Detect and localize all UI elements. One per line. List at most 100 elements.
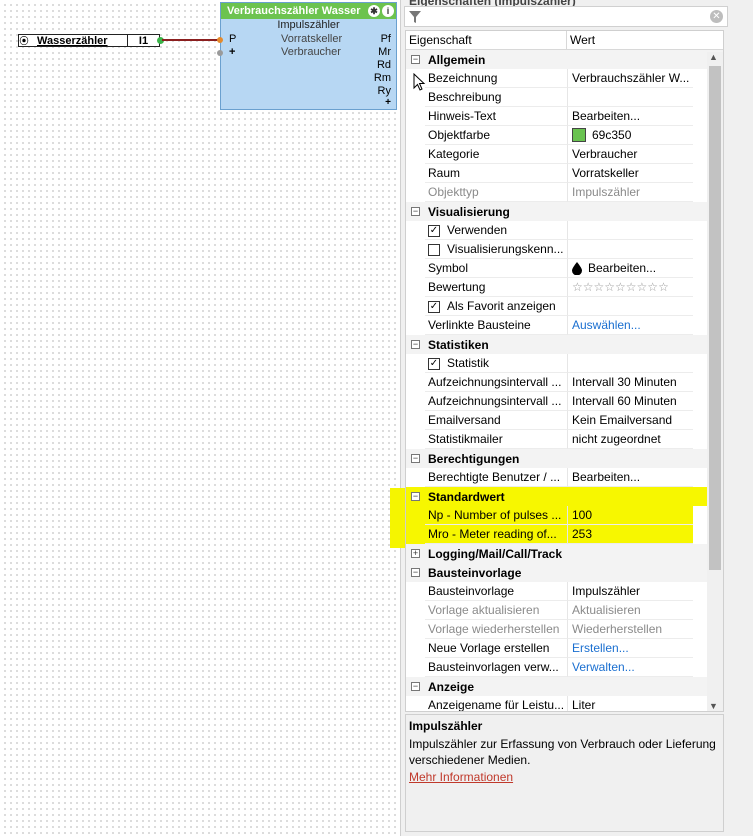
- property-value[interactable]: Liter: [568, 696, 693, 712]
- collapse-icon[interactable]: −: [406, 568, 425, 577]
- property-row[interactable]: Np - Number of pulses ... 100: [406, 506, 723, 525]
- property-row[interactable]: Visualisierungskenn...: [406, 240, 723, 259]
- connection-wire[interactable]: [162, 39, 218, 41]
- scrollbar-thumb[interactable]: [709, 66, 721, 570]
- star-rating[interactable]: ☆☆☆☆☆☆☆☆☆: [572, 278, 669, 296]
- property-row[interactable]: Bausteinvorlage Impulszähler: [406, 582, 723, 601]
- property-value-text[interactable]: Erstellen...: [572, 639, 629, 657]
- property-key[interactable]: Objekttyp: [425, 183, 568, 202]
- property-key[interactable]: Bewertung: [425, 278, 568, 297]
- property-key[interactable]: ✓ Statistik: [425, 354, 568, 373]
- property-value[interactable]: 100: [568, 506, 693, 525]
- property-row[interactable]: ✓ Statistik: [406, 354, 723, 373]
- property-value[interactable]: Kein Emailversand: [568, 411, 693, 430]
- property-row[interactable]: Statistikmailer nicht zugeordnet: [406, 430, 723, 449]
- property-value[interactable]: Wiederherstellen: [568, 620, 693, 639]
- property-row[interactable]: Neue Vorlage erstellen Erstellen...: [406, 639, 723, 658]
- property-value[interactable]: Bearbeiten...: [568, 107, 693, 126]
- scroll-up-icon[interactable]: ▲: [709, 52, 718, 62]
- property-value[interactable]: Erstellen...: [568, 639, 693, 658]
- property-row[interactable]: Symbol Bearbeiten...: [406, 259, 723, 278]
- property-row[interactable]: Objekttyp Impulszähler: [406, 183, 723, 202]
- block-output-mr[interactable]: Mr: [378, 46, 391, 58]
- expander-box[interactable]: −: [411, 55, 420, 64]
- property-key[interactable]: Objektfarbe: [425, 126, 568, 145]
- property-row[interactable]: Bezeichnung Verbrauchszähler W...: [406, 69, 723, 88]
- property-key[interactable]: Neue Vorlage erstellen: [425, 639, 568, 658]
- collapse-icon[interactable]: −: [406, 682, 425, 691]
- category-berechtigungen[interactable]: − Berechtigungen: [406, 449, 723, 468]
- color-swatch[interactable]: [572, 128, 586, 142]
- property-row[interactable]: Objektfarbe 69c350: [406, 126, 723, 145]
- property-row[interactable]: Hinweis-Text Bearbeiten...: [406, 107, 723, 126]
- property-value[interactable]: Auswählen...: [568, 316, 693, 335]
- property-value[interactable]: Verbrauchszähler W...: [568, 69, 693, 88]
- property-value[interactable]: Impulszähler: [568, 582, 693, 601]
- property-value[interactable]: 253: [568, 525, 693, 544]
- property-value[interactable]: Verbraucher: [568, 145, 693, 164]
- property-value[interactable]: [568, 354, 693, 373]
- property-key[interactable]: Statistikmailer: [425, 430, 568, 449]
- block-output-ry[interactable]: Ry: [378, 85, 391, 97]
- property-key[interactable]: Bausteinvorlage: [425, 582, 568, 601]
- property-value[interactable]: 69c350: [568, 126, 693, 145]
- category-anzeige[interactable]: − Anzeige: [406, 677, 723, 696]
- category-logging-mail-call-track[interactable]: + Logging/Mail/Call/Track: [406, 544, 723, 563]
- property-key[interactable]: Aufzeichnungsintervall ...: [425, 392, 568, 411]
- block-output-pf[interactable]: Pf: [381, 33, 391, 45]
- category-visualisierung[interactable]: − Visualisierung: [406, 202, 723, 221]
- checkbox-checked[interactable]: ✓: [428, 357, 440, 370]
- property-key[interactable]: ✓ Als Favorit anzeigen: [425, 297, 568, 316]
- property-value-text[interactable]: Auswählen...: [572, 316, 641, 334]
- property-key[interactable]: Aufzeichnungsintervall ...: [425, 373, 568, 392]
- property-key[interactable]: ✓ Verwenden: [425, 221, 568, 240]
- expander-box[interactable]: −: [411, 492, 420, 501]
- logic-canvas[interactable]: ⦿ Wasserzähler I1 Verbrauchszähler Wasse…: [0, 0, 400, 836]
- property-row[interactable]: Aufzeichnungsintervall ... Intervall 30 M…: [406, 373, 723, 392]
- property-value[interactable]: [568, 221, 693, 240]
- property-value[interactable]: nicht zugeordnet: [568, 430, 693, 449]
- property-value[interactable]: Intervall 30 Minuten: [568, 373, 693, 392]
- category-statistiken[interactable]: − Statistiken: [406, 335, 723, 354]
- expand-icon[interactable]: +: [406, 549, 425, 558]
- property-row[interactable]: Berechtigte Benutzer / ... Bearbeiten...: [406, 468, 723, 487]
- filter-icon[interactable]: [408, 10, 422, 27]
- expander-box[interactable]: −: [411, 340, 420, 349]
- collapse-icon[interactable]: −: [406, 207, 425, 216]
- collapse-icon[interactable]: −: [406, 492, 425, 501]
- block-output-rm[interactable]: Rm: [374, 72, 391, 84]
- property-key[interactable]: Raum: [425, 164, 568, 183]
- property-key[interactable]: Verlinkte Bausteine: [425, 316, 568, 335]
- column-header-value[interactable]: Wert: [567, 31, 595, 49]
- property-key[interactable]: Emailversand: [425, 411, 568, 430]
- property-key[interactable]: Np - Number of pulses ...: [425, 506, 568, 525]
- property-value[interactable]: Intervall 60 Minuten: [568, 392, 693, 411]
- collapse-icon[interactable]: −: [406, 340, 425, 349]
- property-row[interactable]: Vorlage aktualisieren Aktualisieren: [406, 601, 723, 620]
- more-info-link[interactable]: Mehr Informationen: [409, 770, 720, 784]
- block-header[interactable]: Verbrauchszähler Wasser ✱ i: [221, 3, 396, 19]
- property-key[interactable]: Kategorie: [425, 145, 568, 164]
- property-key[interactable]: Hinweis-Text: [425, 107, 568, 126]
- property-row[interactable]: Anzeigename für Leistu... Liter: [406, 696, 723, 712]
- expander-box[interactable]: −: [411, 682, 420, 691]
- property-key[interactable]: Anzeigename für Leistu...: [425, 696, 568, 711]
- property-value[interactable]: Impulszähler: [568, 183, 693, 202]
- filter-bar[interactable]: ✕: [404, 6, 728, 27]
- property-value[interactable]: [568, 297, 693, 316]
- function-block[interactable]: Verbrauchszähler Wasser ✱ i Impulszähler…: [217, 2, 397, 110]
- property-row[interactable]: Emailversand Kein Emailversand: [406, 411, 723, 430]
- property-value[interactable]: ☆☆☆☆☆☆☆☆☆: [568, 278, 693, 297]
- property-key[interactable]: Bezeichnung: [425, 69, 568, 88]
- property-row[interactable]: ✓ Verwenden: [406, 221, 723, 240]
- property-row[interactable]: Raum Vorratskeller: [406, 164, 723, 183]
- gear-icon[interactable]: ✱: [368, 5, 380, 17]
- info-icon[interactable]: i: [382, 5, 394, 17]
- property-row[interactable]: Bewertung ☆☆☆☆☆☆☆☆☆: [406, 278, 723, 297]
- category-allgemein[interactable]: − Allgemein: [406, 50, 723, 69]
- property-key[interactable]: Symbol: [425, 259, 568, 278]
- vertical-scrollbar[interactable]: ▲ ▼: [707, 52, 723, 711]
- property-key[interactable]: Bausteinvorlagen verw...: [425, 658, 568, 677]
- property-row[interactable]: Bausteinvorlagen verw... Verwalten...: [406, 658, 723, 677]
- property-key[interactable]: Beschreibung: [425, 88, 568, 107]
